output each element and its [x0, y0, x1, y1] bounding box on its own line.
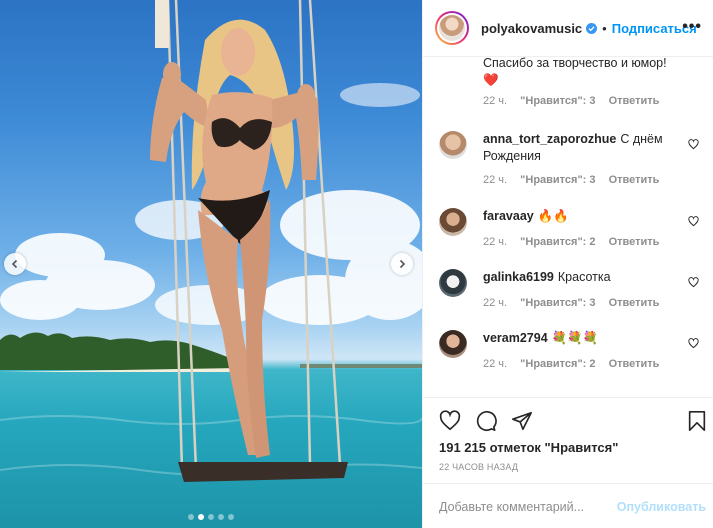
comment-meta: 22 ч. "Нравится": 3 Ответить	[483, 95, 669, 107]
comment-time[interactable]: 22 ч.	[483, 236, 507, 248]
comment-likes[interactable]: "Нравится": 2	[520, 236, 595, 248]
comment-meta: 22 ч. "Нравится": 2 Ответить	[483, 236, 669, 248]
comment-text: Спасибо за творчество и юмор!	[483, 57, 667, 70]
comment-username[interactable]: faravaay	[483, 209, 534, 223]
previous-image-button[interactable]	[4, 253, 26, 275]
like-comment-heart-icon[interactable]	[688, 338, 699, 349]
reply-button[interactable]: Ответить	[609, 358, 660, 370]
avatar-image	[439, 15, 465, 41]
save-bookmark-icon[interactable]	[687, 410, 707, 432]
post-detail-panel: polyakovamusic • Подписаться ••• Спасибо…	[422, 0, 713, 528]
comment-username[interactable]: anna_tort_zaporozhue	[483, 132, 616, 146]
like-comment-heart-icon[interactable]	[688, 139, 699, 150]
reply-button[interactable]: Ответить	[609, 297, 660, 309]
comment-text: 💐💐💐	[551, 331, 599, 345]
carousel-indicator	[188, 514, 234, 520]
post-username[interactable]: polyakovamusic	[481, 21, 582, 36]
post-photo[interactable]	[0, 0, 422, 528]
comment-time[interactable]: 22 ч.	[483, 95, 507, 107]
chevron-right-icon	[399, 259, 406, 269]
comment-text: Красотка	[557, 270, 611, 284]
header-separator: •	[602, 20, 607, 36]
comment-emoji: ❤️	[483, 73, 499, 87]
comment-username[interactable]: galinka6199	[483, 270, 554, 284]
comment-text: 🔥🔥	[537, 209, 569, 223]
post-timestamp[interactable]: 22 ЧАСОВ НАЗАД	[439, 462, 518, 472]
comments-list[interactable]: Спасибо за творчество и юмор! ❤️ 22 ч. "…	[423, 57, 713, 397]
carousel-dot	[198, 514, 204, 520]
carousel-dot	[218, 514, 224, 520]
reply-button[interactable]: Ответить	[609, 95, 660, 107]
carousel-dot	[208, 514, 214, 520]
reply-button[interactable]: Ответить	[609, 174, 660, 186]
reply-button[interactable]: Ответить	[609, 236, 660, 248]
comment-avatar[interactable]	[439, 269, 467, 297]
comment-likes[interactable]: "Нравится": 3	[520, 297, 595, 309]
like-heart-icon[interactable]	[439, 410, 461, 432]
comment-meta: 22 ч. "Нравится": 3 Ответить	[483, 297, 669, 309]
comment-avatar[interactable]	[439, 131, 467, 159]
like-comment-heart-icon[interactable]	[688, 216, 699, 227]
add-comment-bar: Добавьте комментарий... Опубликовать	[423, 483, 713, 528]
comment-avatar[interactable]	[439, 208, 467, 236]
comment-icon[interactable]	[475, 410, 497, 432]
comment-likes[interactable]: "Нравится": 3	[520, 174, 595, 186]
like-comment-heart-icon[interactable]	[688, 277, 699, 288]
carousel-dot	[188, 514, 194, 520]
comment-username[interactable]: veram2794	[483, 331, 548, 345]
more-options-button[interactable]: •••	[682, 18, 702, 36]
comment-input[interactable]: Добавьте комментарий...	[439, 500, 584, 514]
comment-time[interactable]: 22 ч.	[483, 297, 507, 309]
chevron-left-icon	[11, 259, 18, 269]
avatar[interactable]	[435, 11, 469, 45]
comment-meta: 22 ч. "Нравится": 2 Ответить	[483, 358, 669, 370]
comment-likes[interactable]: "Нравится": 2	[520, 358, 595, 370]
comment-avatar[interactable]	[439, 330, 467, 358]
comment-likes[interactable]: "Нравится": 3	[520, 95, 595, 107]
post-header: polyakovamusic • Подписаться •••	[423, 0, 713, 57]
likes-count[interactable]: 191 215 отметок "Нравится"	[439, 440, 618, 455]
carousel-dot	[228, 514, 234, 520]
publish-button[interactable]: Опубликовать	[617, 500, 706, 514]
verified-badge-icon	[586, 22, 598, 34]
comment-time[interactable]: 22 ч.	[483, 358, 507, 370]
post-actions: 191 215 отметок "Нравится" 22 ЧАСОВ НАЗА…	[423, 397, 713, 528]
comment-time[interactable]: 22 ч.	[483, 174, 507, 186]
comment-meta: 22 ч. "Нравится": 3 Ответить	[483, 174, 669, 186]
next-image-button[interactable]	[391, 253, 413, 275]
photo-illustration	[0, 0, 422, 482]
share-send-icon[interactable]	[511, 410, 533, 432]
